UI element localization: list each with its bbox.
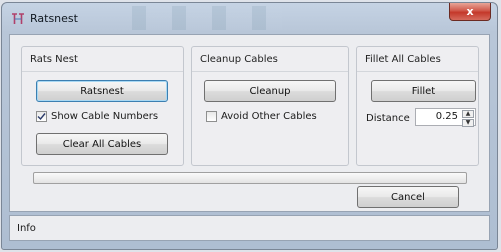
spin-up-icon[interactable]: ▲ [462, 110, 474, 118]
status-bar: Info [9, 215, 490, 241]
title-bar[interactable]: Ratsnest x [2, 3, 497, 34]
checkmark-icon [37, 113, 46, 121]
title-background [132, 6, 282, 30]
dialog-body: Rats Nest Ratsnest Show Cable Numbers Cl… [9, 34, 490, 212]
avoid-other-cables-label: Avoid Other Cables [221, 111, 317, 122]
group-divider [22, 71, 183, 72]
show-cable-numbers-label: Show Cable Numbers [51, 111, 159, 122]
group-title-fillet: Fillet All Cables [365, 54, 441, 65]
cleanup-button-label: Cleanup [249, 85, 291, 97]
ratsnest-window: Ratsnest x Rats Nest Ratsnest Show Cable… [1, 2, 498, 250]
distance-label: Distance [366, 113, 410, 124]
fillet-button-label: Fillet [411, 85, 436, 97]
spin-buttons: ▲ ▼ [462, 110, 474, 127]
rats-nest-group: Rats Nest Ratsnest Show Cable Numbers Cl… [21, 46, 184, 166]
checkbox-box[interactable] [36, 111, 47, 122]
fillet-all-cables-group: Fillet All Cables Fillet Distance 0.25 ▲… [356, 46, 479, 166]
group-divider [192, 71, 348, 72]
avoid-other-cables-checkbox[interactable]: Avoid Other Cables [206, 111, 317, 122]
group-divider [357, 71, 478, 72]
cancel-button-label: Cancel [391, 191, 425, 203]
ratsnest-button[interactable]: Ratsnest [36, 80, 168, 102]
cleanup-button[interactable]: Cleanup [204, 80, 336, 102]
window-title: Ratsnest [30, 12, 78, 25]
close-icon: x [466, 5, 474, 18]
clear-all-cables-button[interactable]: Clear All Cables [36, 133, 168, 155]
cleanup-cables-group: Cleanup Cables Cleanup Avoid Other Cable… [191, 46, 349, 166]
ratsnest-app-icon [12, 13, 24, 24]
close-button[interactable]: x [449, 3, 491, 21]
distance-spinbox[interactable]: 0.25 ▲ ▼ [415, 108, 476, 127]
progress-bar [33, 172, 467, 184]
status-text: Info [17, 223, 36, 234]
distance-value[interactable]: 0.25 [436, 111, 458, 122]
clear-all-cables-label: Clear All Cables [62, 138, 142, 150]
group-title-rats-nest: Rats Nest [30, 54, 78, 65]
fillet-button[interactable]: Fillet [371, 80, 476, 102]
group-title-cleanup: Cleanup Cables [200, 54, 278, 65]
cancel-button[interactable]: Cancel [357, 186, 459, 208]
spin-down-icon[interactable]: ▼ [462, 119, 474, 127]
checkbox-box[interactable] [206, 111, 217, 122]
ratsnest-button-label: Ratsnest [80, 85, 124, 97]
show-cable-numbers-checkbox[interactable]: Show Cable Numbers [36, 111, 158, 122]
